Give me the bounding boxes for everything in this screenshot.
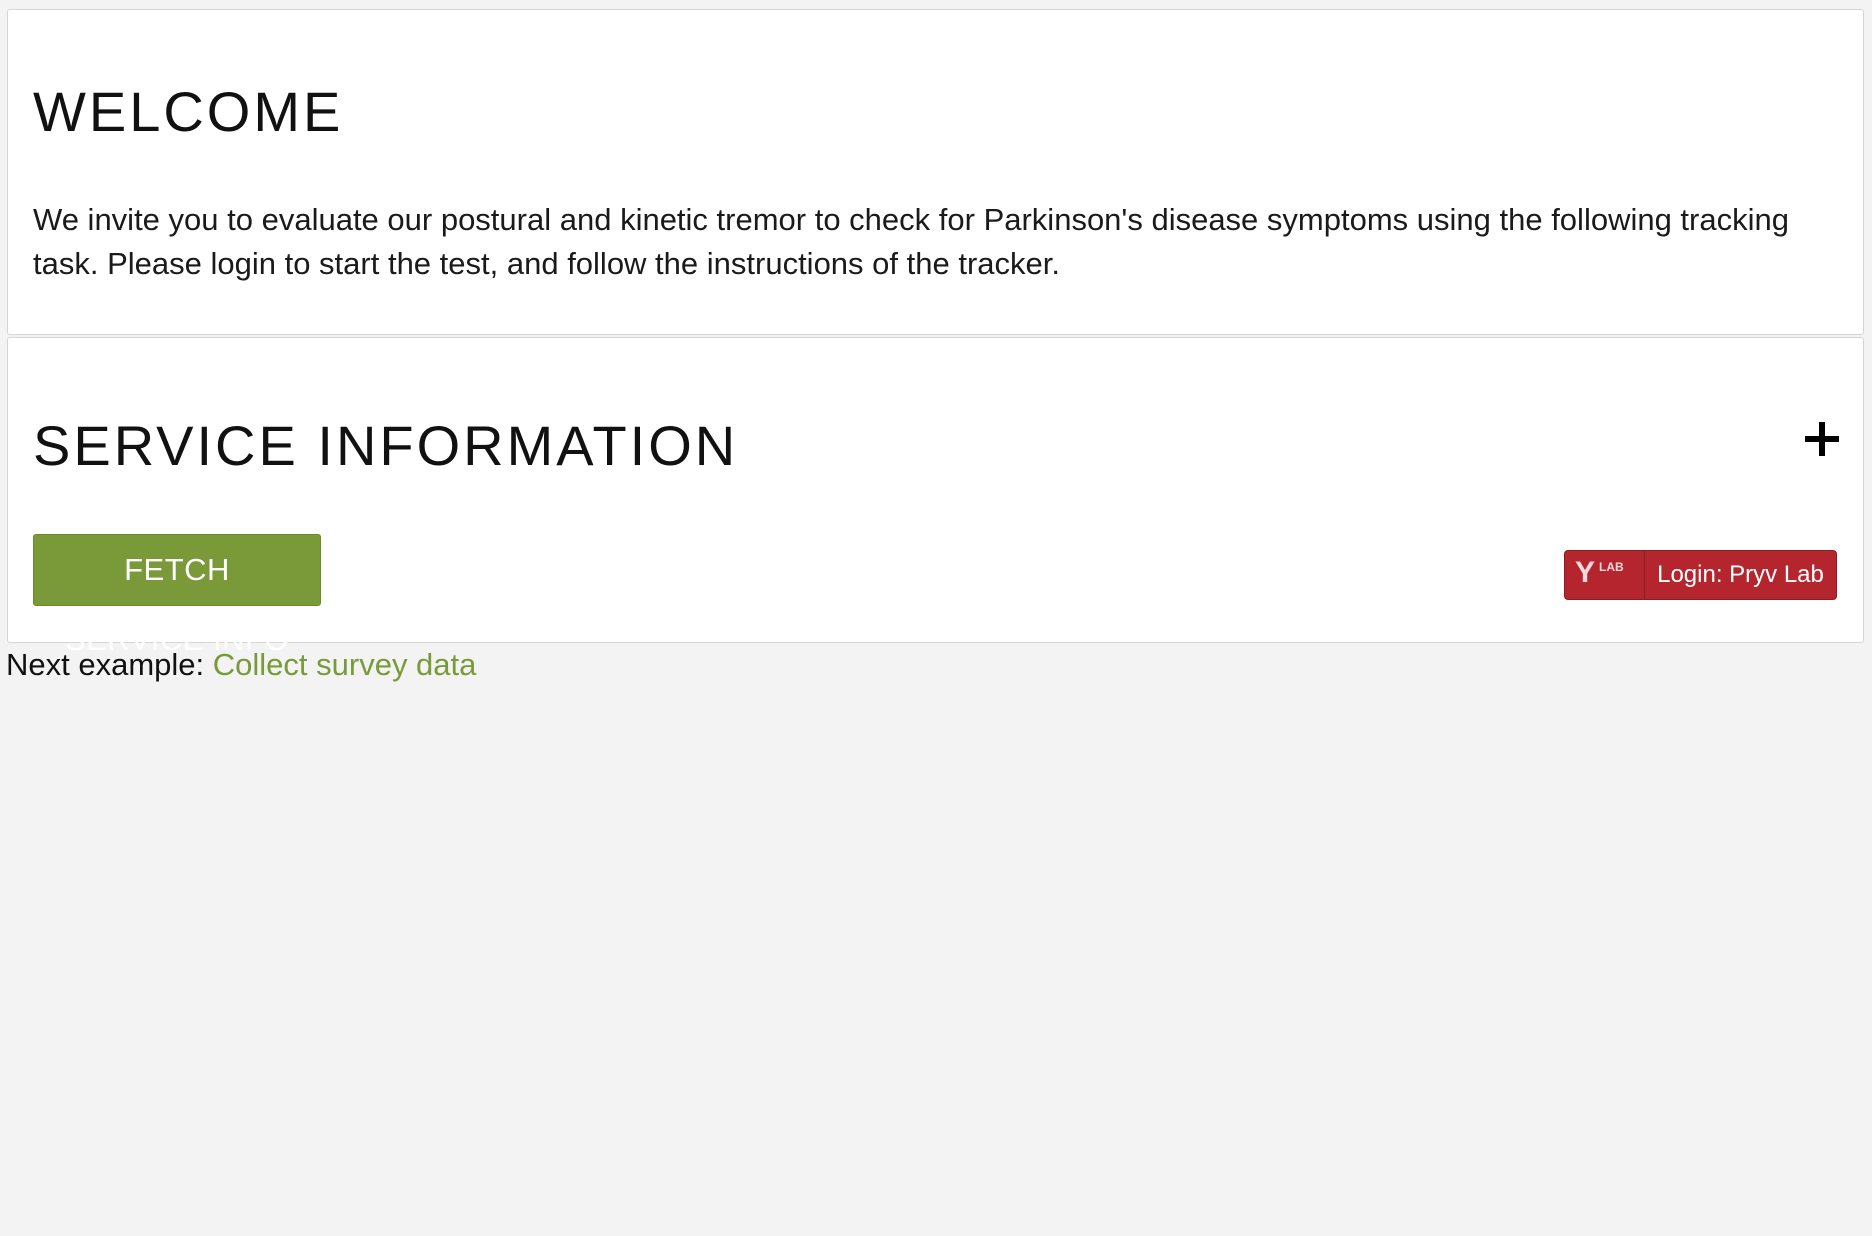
next-example-prefix: Next example: [6,647,213,682]
logo-letter: Y [1575,556,1596,589]
login-pryv-lab-button[interactable]: Y LAB Login: Pryv Lab [1564,550,1837,600]
welcome-panel: WELCOME We invite you to evaluate our po… [7,9,1864,335]
logo-superscript: LAB [1599,560,1624,574]
welcome-text: We invite you to evaluate our postural a… [33,202,1789,281]
service-information-panel: SERVICE INFORMATION FETCH SERVICE INFO Y… [7,337,1864,657]
service-information-title: SERVICE INFORMATION [33,414,739,477]
welcome-title: WELCOME [33,80,344,143]
plus-icon[interactable] [1805,422,1839,456]
login-label: Login: Pryv Lab [1657,561,1824,588]
next-example: Next example: Collect survey data [6,647,476,683]
fetch-service-info-button[interactable]: FETCH SERVICE INFO [33,534,321,657]
collect-survey-data-link[interactable]: Collect survey data [213,647,477,682]
pryv-lab-logo-icon: Y LAB [1565,551,1645,599]
